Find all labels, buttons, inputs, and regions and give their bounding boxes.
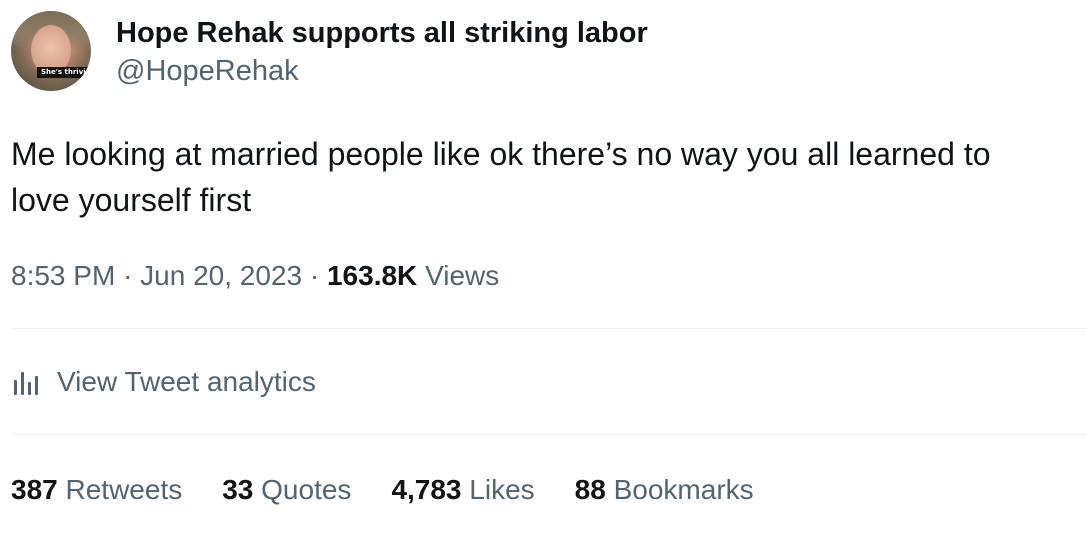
likes-stat[interactable]: 4,783 Likes — [391, 470, 534, 510]
bookmarks-label: Bookmarks — [613, 474, 754, 505]
meta-separator: · — [123, 260, 133, 291]
likes-label: Likes — [469, 474, 535, 505]
likes-count: 4,783 — [391, 474, 462, 505]
tweet-meta: 8:53 PM · Jun 20, 2023 · 163.8K Views — [11, 256, 499, 296]
author-handle[interactable]: @HopeRehak — [116, 53, 648, 89]
author-display-name[interactable]: Hope Rehak supports all striking labor — [116, 15, 648, 51]
avatar-caption: She's thriving — [37, 67, 91, 78]
meta-separator-2: · — [309, 260, 320, 291]
tweet-date[interactable]: Jun 20, 2023 — [140, 260, 302, 291]
bookmarks-stat[interactable]: 88 Bookmarks — [575, 470, 754, 510]
quotes-stat[interactable]: 33 Quotes — [222, 470, 351, 510]
views-count: 163.8K — [326, 260, 418, 291]
quotes-label: Quotes — [261, 474, 352, 505]
retweets-label: Retweets — [65, 474, 183, 505]
view-analytics-link[interactable]: View Tweet analytics — [11, 362, 316, 402]
author-names: Hope Rehak supports all striking labor @… — [116, 15, 648, 89]
avatar[interactable]: She's thriving — [11, 11, 91, 91]
tweet-text-line-1: Me looking at married people like ok the… — [11, 136, 991, 172]
tweet-card: She's thriving Hope Rehak supports all s… — [0, 0, 1086, 538]
view-analytics-label: View Tweet analytics — [57, 366, 316, 397]
retweets-count: 387 — [11, 474, 58, 505]
tweet-text: Me looking at married people like ok the… — [11, 131, 1083, 223]
divider — [11, 328, 1086, 329]
tweet-stats: 387 Retweets 33 Quotes 4,783 Likes 88 Bo… — [11, 470, 794, 510]
views-label: Views — [425, 260, 500, 291]
retweets-stat[interactable]: 387 Retweets — [11, 470, 182, 510]
analytics-bar-icon — [11, 368, 43, 396]
tweet-header: She's thriving Hope Rehak supports all s… — [11, 11, 648, 93]
tweet-text-line-2: love yourself first — [11, 182, 252, 218]
tweet-time[interactable]: 8:53 PM — [11, 260, 115, 291]
bookmarks-count: 88 — [574, 474, 606, 505]
quotes-count: 33 — [222, 474, 254, 505]
divider — [11, 434, 1086, 435]
